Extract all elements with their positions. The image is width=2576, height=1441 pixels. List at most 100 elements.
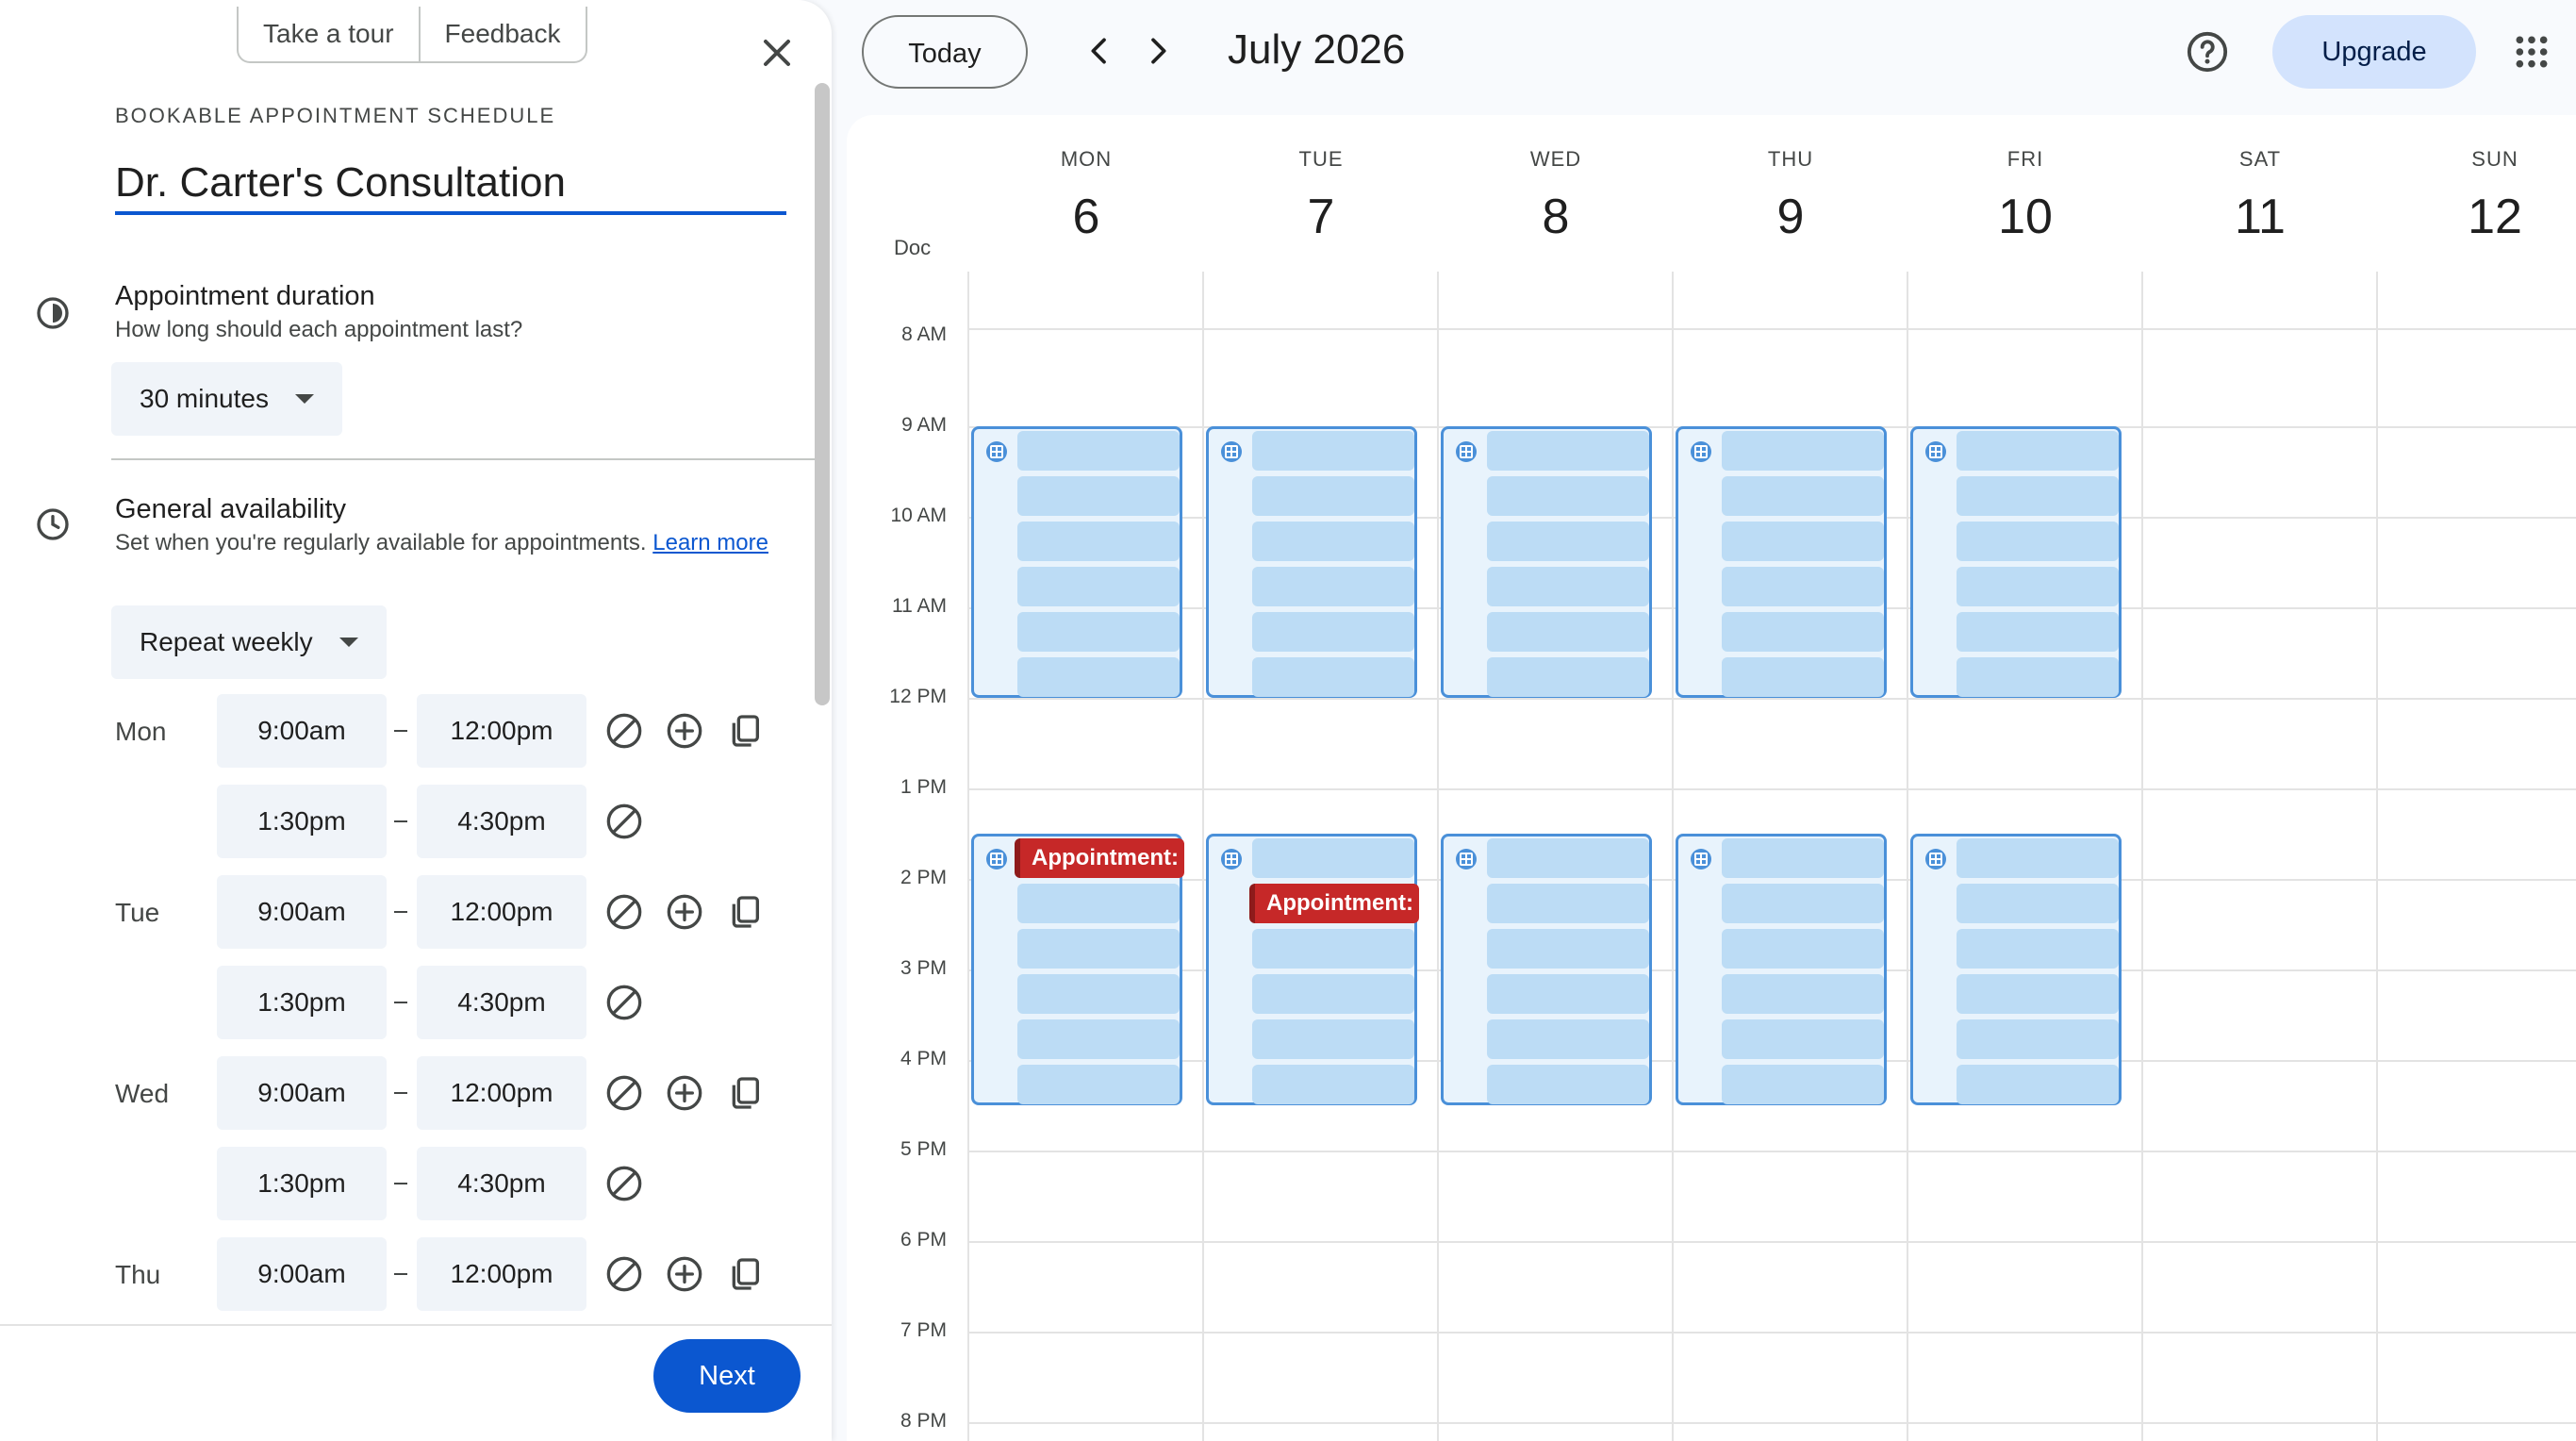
time-slot[interactable]	[1722, 431, 1884, 471]
add-time-icon[interactable]	[666, 893, 703, 931]
time-slot[interactable]	[1957, 1019, 2119, 1059]
unavailable-icon[interactable]	[605, 984, 643, 1021]
time-slot[interactable]	[1722, 838, 1884, 878]
apps-grid-icon[interactable]	[2514, 34, 2550, 70]
time-slot[interactable]	[1017, 431, 1180, 471]
time-slot[interactable]	[1252, 974, 1414, 1014]
start-time-field[interactable]: 9:00am	[217, 875, 387, 949]
time-slot[interactable]	[1957, 884, 2119, 923]
time-slot[interactable]	[1252, 1019, 1414, 1059]
time-slot[interactable]	[1487, 431, 1649, 471]
end-time-field[interactable]: 12:00pm	[417, 1056, 586, 1130]
copy-times-icon[interactable]	[726, 712, 764, 750]
unavailable-icon[interactable]	[605, 1165, 643, 1202]
unavailable-icon[interactable]	[605, 803, 643, 840]
time-slot[interactable]	[1252, 929, 1414, 969]
schedule-title-input[interactable]: Dr. Carter's Consultation	[115, 155, 786, 215]
time-slot[interactable]	[1252, 522, 1414, 561]
time-slot[interactable]	[1957, 838, 2119, 878]
unavailable-icon[interactable]	[605, 1074, 643, 1112]
feedback-button[interactable]: Feedback	[418, 7, 586, 61]
unavailable-icon[interactable]	[605, 712, 643, 750]
end-time-field[interactable]: 4:30pm	[417, 966, 586, 1039]
time-slot[interactable]	[1957, 476, 2119, 516]
time-slot[interactable]	[1957, 929, 2119, 969]
time-slot[interactable]	[1722, 522, 1884, 561]
time-slot[interactable]	[1957, 612, 2119, 652]
learn-more-link[interactable]: Learn more	[652, 530, 768, 555]
booked-appointment[interactable]: Appointment:	[1249, 884, 1419, 923]
availability-block[interactable]	[1441, 834, 1652, 1105]
time-slot[interactable]	[1487, 657, 1649, 697]
panel-scrollbar[interactable]	[815, 83, 830, 705]
availability-block[interactable]	[1676, 834, 1887, 1105]
time-slot[interactable]	[1017, 567, 1180, 606]
availability-block[interactable]	[1676, 426, 1887, 698]
time-slot[interactable]	[1957, 567, 2119, 606]
time-slot[interactable]	[1252, 476, 1414, 516]
time-slot[interactable]	[1487, 612, 1649, 652]
day-number[interactable]: 6	[969, 189, 1203, 245]
time-slot[interactable]	[1487, 476, 1649, 516]
today-button[interactable]: Today	[862, 15, 1028, 89]
time-slot[interactable]	[1722, 974, 1884, 1014]
time-slot[interactable]	[1017, 476, 1180, 516]
time-slot[interactable]	[1722, 884, 1884, 923]
availability-block[interactable]	[1206, 834, 1417, 1105]
add-time-icon[interactable]	[666, 712, 703, 750]
chevron-left-icon[interactable]	[1081, 32, 1118, 70]
time-slot[interactable]	[1487, 884, 1649, 923]
time-slot[interactable]	[1957, 522, 2119, 561]
day-number[interactable]: 7	[1204, 189, 1438, 245]
time-slot[interactable]	[1722, 1065, 1884, 1104]
add-time-icon[interactable]	[666, 1255, 703, 1293]
time-slot[interactable]	[1017, 884, 1180, 923]
time-slot[interactable]	[1487, 929, 1649, 969]
chevron-right-icon[interactable]	[1139, 32, 1177, 70]
time-slot[interactable]	[1252, 612, 1414, 652]
day-number[interactable]: 9	[1674, 189, 1907, 245]
time-slot[interactable]	[1017, 612, 1180, 652]
time-slot[interactable]	[1017, 1019, 1180, 1059]
time-slot[interactable]	[1487, 1065, 1649, 1104]
repeat-select[interactable]: Repeat weekly	[111, 605, 387, 679]
start-time-field[interactable]: 9:00am	[217, 1237, 387, 1311]
add-time-icon[interactable]	[666, 1074, 703, 1112]
next-button[interactable]: Next	[653, 1339, 801, 1413]
time-slot[interactable]	[1017, 522, 1180, 561]
time-slot[interactable]	[1252, 431, 1414, 471]
day-number[interactable]: 11	[2143, 189, 2377, 245]
time-slot[interactable]	[1722, 929, 1884, 969]
time-slot[interactable]	[1722, 657, 1884, 697]
unavailable-icon[interactable]	[605, 1255, 643, 1293]
upgrade-button[interactable]: Upgrade	[2272, 15, 2476, 89]
end-time-field[interactable]: 12:00pm	[417, 1237, 586, 1311]
help-icon[interactable]	[2186, 30, 2229, 74]
availability-block[interactable]	[1441, 426, 1652, 698]
end-time-field[interactable]: 12:00pm	[417, 875, 586, 949]
time-slot[interactable]	[1252, 1065, 1414, 1104]
booked-appointment[interactable]: Appointment:	[1015, 838, 1184, 878]
close-icon[interactable]	[754, 30, 800, 75]
time-slot[interactable]	[1722, 476, 1884, 516]
availability-block[interactable]	[1206, 426, 1417, 698]
time-slot[interactable]	[1252, 838, 1414, 878]
time-slot[interactable]	[1722, 567, 1884, 606]
copy-times-icon[interactable]	[726, 893, 764, 931]
copy-times-icon[interactable]	[726, 1074, 764, 1112]
start-time-field[interactable]: 1:30pm	[217, 966, 387, 1039]
end-time-field[interactable]: 4:30pm	[417, 1147, 586, 1220]
start-time-field[interactable]: 9:00am	[217, 694, 387, 768]
time-slot[interactable]	[1957, 974, 2119, 1014]
time-slot[interactable]	[1017, 974, 1180, 1014]
availability-block[interactable]	[1910, 426, 2122, 698]
time-slot[interactable]	[1487, 1019, 1649, 1059]
start-time-field[interactable]: 1:30pm	[217, 1147, 387, 1220]
time-slot[interactable]	[1017, 1065, 1180, 1104]
day-number[interactable]: 12	[2378, 189, 2576, 245]
unavailable-icon[interactable]	[605, 893, 643, 931]
time-slot[interactable]	[1722, 1019, 1884, 1059]
time-slot[interactable]	[1957, 1065, 2119, 1104]
time-slot[interactable]	[1487, 974, 1649, 1014]
time-slot[interactable]	[1487, 838, 1649, 878]
